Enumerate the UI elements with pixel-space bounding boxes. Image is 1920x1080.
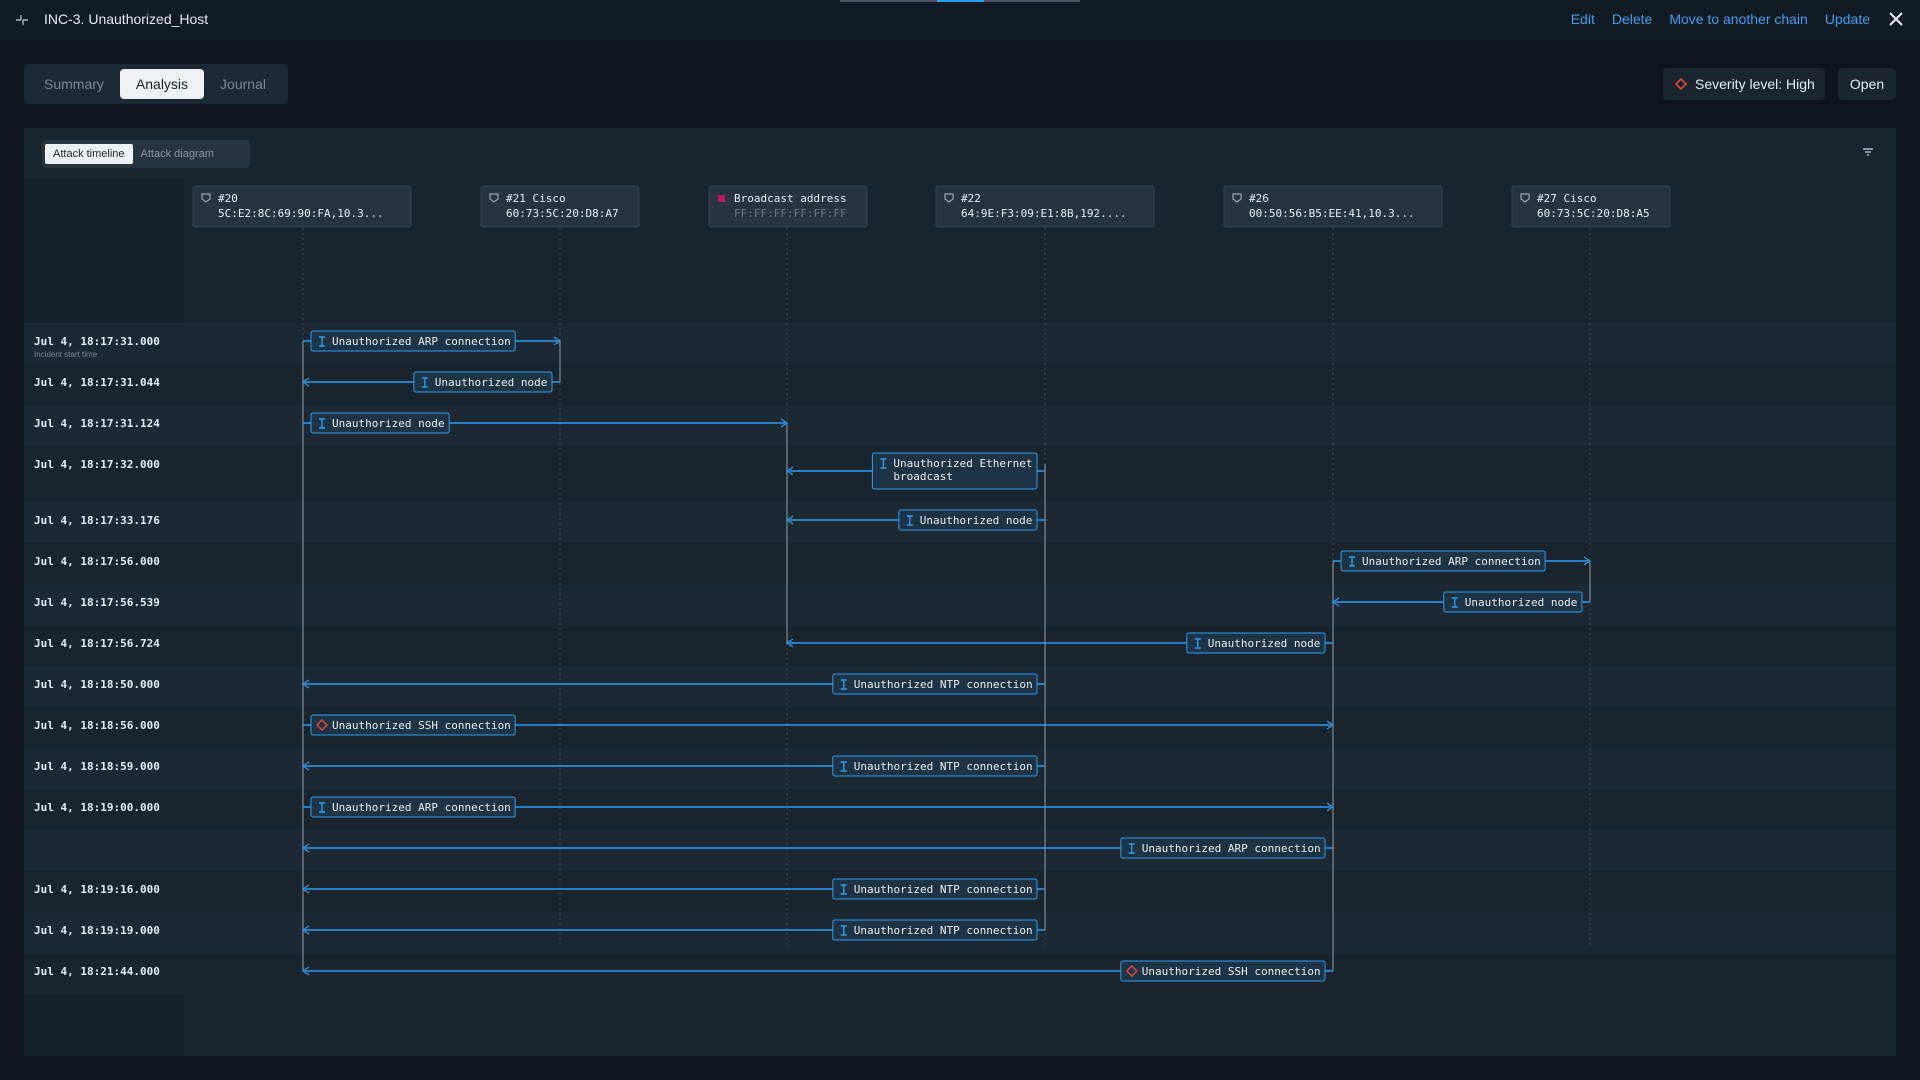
event-label: Unauthorized node	[920, 514, 1033, 527]
tab-journal[interactable]: Journal	[204, 69, 282, 99]
subtab-attack-diagram[interactable]: Attack diagram	[133, 144, 222, 164]
event-time: Jul 4, 18:17:31.124	[34, 417, 160, 430]
incident-tabs: Summary Analysis Journal	[24, 64, 288, 104]
host-name: #26	[1249, 192, 1269, 205]
event-label: Unauthorized NTP connection	[854, 678, 1033, 691]
top-bar: INC-3. Unauthorized_Host Edit Delete Mov…	[0, 0, 1920, 40]
event-time: Jul 4, 18:18:59.000	[34, 760, 160, 773]
timeline-row	[24, 953, 1896, 994]
host-name: #22	[961, 192, 981, 205]
event-label: broadcast	[893, 470, 953, 483]
host-address: 64:9E:F3:09:E1:8B,192....	[961, 207, 1127, 220]
loading-bar	[840, 0, 1080, 2]
event-label: Unauthorized node	[332, 417, 445, 430]
event-label: Unauthorized SSH connection	[1142, 965, 1321, 978]
event-time: Jul 4, 18:21:44.000	[34, 965, 160, 978]
subtab-attack-timeline[interactable]: Attack timeline	[45, 144, 133, 164]
event-label: Unauthorized NTP connection	[854, 760, 1033, 773]
host-card-h27[interactable]: #27 Cisco 60:73:5C:20:D8:A5	[1511, 178, 1671, 228]
event-label: Unauthorized node	[435, 376, 548, 389]
collapse-icon[interactable]	[14, 12, 30, 28]
event-label: Unauthorized SSH connection	[332, 719, 511, 732]
event-time: Jul 4, 18:18:50.000	[34, 678, 160, 691]
host-address: 00:50:56:B5:EE:41,10.3...	[1249, 207, 1415, 220]
event-label: Unauthorized NTP connection	[854, 883, 1033, 896]
event-time: Jul 4, 18:17:33.176	[34, 514, 160, 527]
edit-button[interactable]: Edit	[1571, 11, 1595, 27]
header-actions: Edit Delete Move to another chain Update	[1571, 11, 1870, 27]
broadcast-icon	[718, 195, 725, 202]
status-open-button[interactable]: Open	[1838, 68, 1896, 100]
event-label: Unauthorized ARP connection	[1362, 555, 1541, 568]
event-label: Unauthorized node	[1208, 637, 1321, 650]
host-name: #27 Cisco	[1537, 192, 1597, 205]
filter-icon[interactable]	[1860, 144, 1876, 160]
timeline-row	[24, 789, 1896, 830]
view-subtabs: Attack timeline Attack diagram	[42, 140, 250, 168]
timeline-row	[24, 543, 1896, 584]
event-time: Jul 4, 18:17:32.000	[34, 458, 160, 471]
update-button[interactable]: Update	[1825, 11, 1870, 27]
event-time: Jul 4, 18:18:56.000	[34, 719, 160, 732]
host-address: 60:73:5C:20:D8:A5	[1537, 207, 1650, 220]
tab-summary[interactable]: Summary	[28, 69, 120, 99]
timeline-row	[24, 323, 1896, 364]
timeline-row	[24, 625, 1896, 666]
event-label: Unauthorized NTP connection	[854, 924, 1033, 937]
host-address: FF:FF:FF:FF:FF:FF	[734, 207, 847, 220]
event-time: Jul 4, 18:19:19.000	[34, 924, 160, 937]
host-address: 5C:E2:8C:69:90:FA,10.3...	[218, 207, 384, 220]
host-card-h21[interactable]: #21 Cisco 60:73:5C:20:D8:A7	[480, 178, 640, 228]
timeline-row	[24, 707, 1896, 748]
timeline-row	[24, 405, 1896, 446]
event-label: Unauthorized node	[1465, 596, 1578, 609]
host-name: #21 Cisco	[506, 192, 566, 205]
event-time: Jul 4, 18:17:31.044	[34, 376, 160, 389]
severity-diamond-icon	[1675, 78, 1687, 90]
host-name: Broadcast address	[734, 192, 847, 205]
event-time: Jul 4, 18:17:56.539	[34, 596, 160, 609]
attack-timeline-diagram: #20 5C:E2:8C:69:90:FA,10.3... #21 Cisco 60:…	[24, 178, 1896, 1056]
host-card-hbc[interactable]: Broadcast address FF:FF:FF:FF:FF:FF	[708, 185, 868, 228]
host-card-h26[interactable]: #26 00:50:56:B5:EE:41,10.3...	[1223, 178, 1443, 228]
event-time: Jul 4, 18:17:56.000	[34, 555, 160, 568]
event-label: Unauthorized ARP connection	[1142, 842, 1321, 855]
incident-title: INC-3. Unauthorized_Host	[44, 11, 209, 27]
event-time: Jul 4, 18:17:56.724	[34, 637, 160, 650]
host-card-h22[interactable]: #22 64:9E:F3:09:E1:8B,192....	[935, 178, 1155, 228]
event-time: Jul 4, 18:17:31.000	[34, 335, 160, 348]
close-icon[interactable]	[1886, 9, 1906, 29]
timeline-row	[24, 830, 1896, 871]
severity-badge[interactable]: Severity level: High	[1663, 68, 1825, 100]
host-address: 60:73:5C:20:D8:A7	[506, 207, 619, 220]
event-label: Unauthorized Ethernet	[893, 457, 1032, 470]
event-label: Unauthorized ARP connection	[332, 801, 511, 814]
host-name: #20	[218, 192, 238, 205]
event-time: Jul 4, 18:19:16.000	[34, 883, 160, 896]
timeline-row	[24, 364, 1896, 405]
tab-analysis[interactable]: Analysis	[119, 69, 205, 99]
severity-label: Severity level: High	[1695, 76, 1815, 92]
host-card-h20[interactable]: #20 5C:E2:8C:69:90:FA,10.3...	[192, 178, 412, 228]
analysis-panel: Attack timeline Attack diagram #20 5C:E2:…	[24, 128, 1896, 1056]
event-time: Jul 4, 18:19:00.000	[34, 801, 160, 814]
event-time-note: Incident start time	[34, 350, 98, 359]
delete-button[interactable]: Delete	[1612, 11, 1652, 27]
timeline-row	[24, 584, 1896, 625]
move-to-chain-button[interactable]: Move to another chain	[1669, 11, 1808, 27]
event-label: Unauthorized ARP connection	[332, 335, 511, 348]
